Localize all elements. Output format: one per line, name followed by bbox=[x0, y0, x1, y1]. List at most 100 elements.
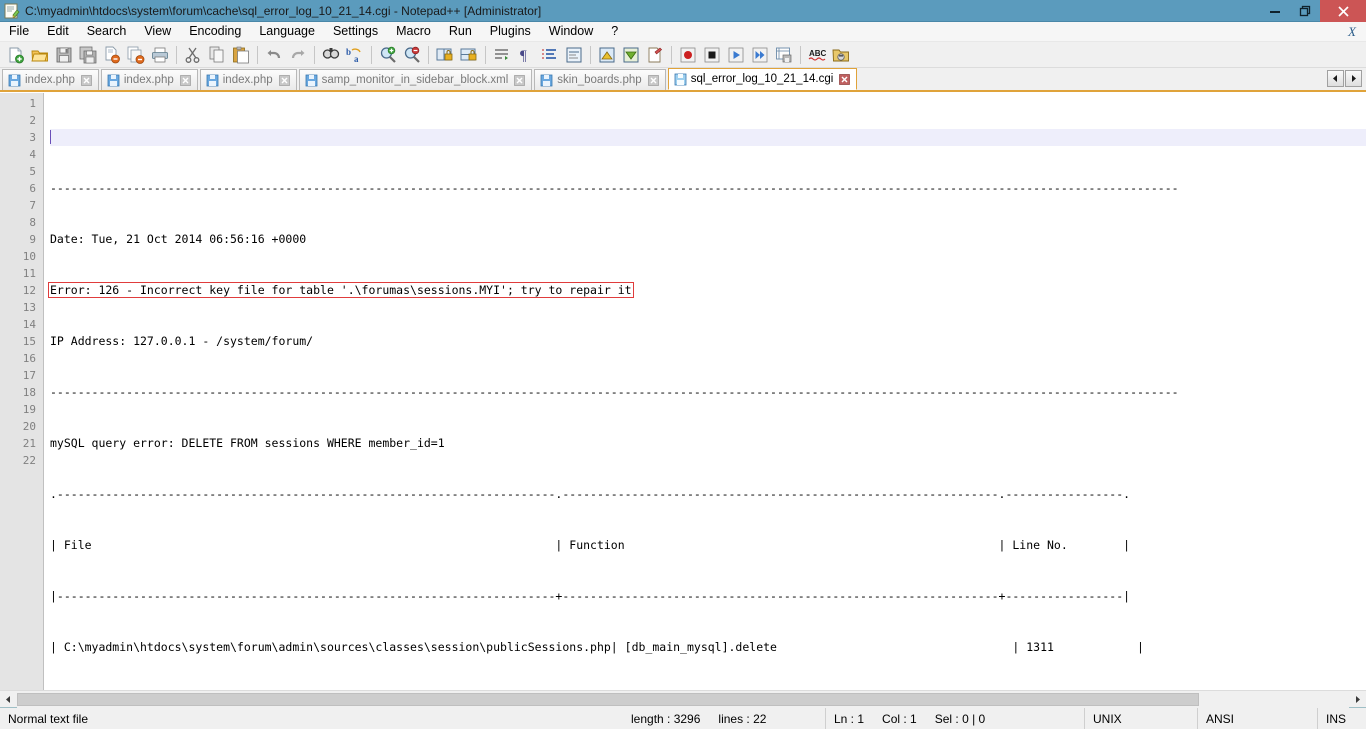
save-icon[interactable] bbox=[52, 43, 75, 66]
status-length: length : 3296 bbox=[631, 711, 701, 726]
user-defined-dialog-icon[interactable] bbox=[562, 43, 585, 66]
line-number: 12 bbox=[22, 284, 36, 297]
tab-scroll-right-button[interactable] bbox=[1345, 70, 1362, 87]
menu-edit[interactable]: Edit bbox=[38, 22, 78, 42]
menu-run[interactable]: Run bbox=[440, 22, 481, 42]
code-line: IP Address: 127.0.0.1 - /system/forum/ bbox=[50, 333, 1366, 350]
menu-settings[interactable]: Settings bbox=[324, 22, 387, 42]
find-icon[interactable] bbox=[319, 43, 342, 66]
scroll-left-arrow-icon[interactable] bbox=[0, 690, 17, 708]
line-number: 6 bbox=[29, 182, 36, 195]
title-bar: C:\myadmin\htdocs\system\forum\cache\sql… bbox=[0, 0, 1366, 22]
new-file-icon[interactable] bbox=[4, 43, 27, 66]
tab-sql-error-log-cgi[interactable]: sql_error_log_10_21_14.cgi bbox=[667, 68, 858, 90]
menu-search[interactable]: Search bbox=[78, 22, 136, 42]
tab-close-icon[interactable] bbox=[179, 74, 192, 87]
status-lines: lines : 22 bbox=[718, 711, 767, 726]
tab-skin-boards-php[interactable]: skin_boards.php bbox=[534, 69, 666, 90]
line-number: 13 bbox=[22, 301, 36, 314]
close-document-button[interactable]: X bbox=[1348, 24, 1356, 40]
menu-plugins[interactable]: Plugins bbox=[481, 22, 540, 42]
status-file-type[interactable]: Normal text file bbox=[0, 708, 623, 729]
line-number: 8 bbox=[29, 216, 36, 229]
window-controls bbox=[1260, 0, 1366, 22]
menu-window[interactable]: Window bbox=[540, 22, 602, 42]
status-length-lines: length : 3296 lines : 22 bbox=[623, 707, 826, 729]
zoom-out-icon[interactable] bbox=[400, 43, 423, 66]
menu-encoding[interactable]: Encoding bbox=[180, 22, 250, 42]
tab-close-icon[interactable] bbox=[838, 73, 851, 86]
line-number: 14 bbox=[22, 318, 36, 331]
line-number: 5 bbox=[29, 165, 36, 178]
open-file-icon[interactable] bbox=[28, 43, 51, 66]
tab-index-php-1[interactable]: index.php bbox=[2, 69, 99, 90]
copy-icon[interactable] bbox=[205, 43, 228, 66]
close-all-files-icon[interactable] bbox=[124, 43, 147, 66]
scrollbar-thumb[interactable] bbox=[17, 692, 1199, 706]
status-encoding[interactable]: ANSI bbox=[1198, 707, 1318, 729]
save-macro-icon[interactable] bbox=[772, 43, 795, 66]
code-text[interactable]: ----------------------------------------… bbox=[44, 93, 1366, 690]
replace-icon[interactable]: b a bbox=[343, 43, 366, 66]
menu-help[interactable]: ? bbox=[602, 22, 627, 42]
print-icon[interactable] bbox=[148, 43, 171, 66]
restore-button[interactable] bbox=[1290, 0, 1320, 22]
word-wrap-icon[interactable] bbox=[490, 43, 513, 66]
file-save-icon bbox=[540, 74, 553, 87]
tab-scroll-controls bbox=[1326, 70, 1362, 87]
tab-index-php-3[interactable]: index.php bbox=[199, 69, 297, 90]
line-number: 18 bbox=[22, 386, 36, 399]
spell-check-icon[interactable]: ABC bbox=[805, 43, 828, 66]
run-icon[interactable] bbox=[829, 43, 852, 66]
print-preview-icon[interactable] bbox=[643, 43, 666, 66]
paste-icon[interactable] bbox=[229, 43, 252, 66]
save-all-icon[interactable] bbox=[76, 43, 99, 66]
tab-close-icon[interactable] bbox=[80, 74, 93, 87]
close-button[interactable] bbox=[1320, 0, 1366, 22]
menu-file[interactable]: File bbox=[0, 22, 38, 42]
separator-2 bbox=[257, 45, 258, 64]
tab-scroll-left-button[interactable] bbox=[1327, 70, 1344, 87]
menu-view[interactable]: View bbox=[135, 22, 180, 42]
tab-close-icon[interactable] bbox=[647, 74, 660, 87]
menu-language[interactable]: Language bbox=[250, 22, 324, 42]
uncollapse-all-icon[interactable] bbox=[619, 43, 642, 66]
scroll-right-arrow-icon[interactable] bbox=[1349, 690, 1366, 708]
error-highlight-box: Error: 126 - Incorrect key file for tabl… bbox=[48, 282, 634, 298]
tab-close-icon[interactable] bbox=[278, 74, 291, 87]
separator-6 bbox=[485, 45, 486, 64]
show-indent-guide-icon[interactable] bbox=[538, 43, 561, 66]
status-insert-mode[interactable]: INS bbox=[1318, 708, 1366, 729]
cut-icon[interactable] bbox=[181, 43, 204, 66]
notepadpp-window: C:\myadmin\htdocs\system\forum\cache\sql… bbox=[0, 0, 1366, 729]
svg-text:¶: ¶ bbox=[520, 48, 527, 64]
status-eol-format[interactable]: UNIX bbox=[1085, 707, 1198, 729]
minimize-button[interactable] bbox=[1260, 0, 1290, 22]
tab-bar: index.php index.php index.php samp_monit… bbox=[0, 68, 1366, 92]
zoom-in-icon[interactable] bbox=[376, 43, 399, 66]
close-file-icon[interactable] bbox=[100, 43, 123, 66]
start-record-macro-icon[interactable] bbox=[676, 43, 699, 66]
text-caret bbox=[50, 130, 51, 144]
run-macro-multiple-icon[interactable] bbox=[748, 43, 771, 66]
separator-8 bbox=[671, 45, 672, 64]
line-number: 2 bbox=[29, 114, 36, 127]
redo-icon[interactable] bbox=[286, 43, 309, 66]
stop-record-macro-icon[interactable] bbox=[700, 43, 723, 66]
scrollbar-track[interactable] bbox=[17, 690, 1349, 708]
toolbar: b a ¶ ABC bbox=[0, 42, 1366, 68]
tab-index-php-2[interactable]: index.php bbox=[100, 69, 198, 90]
tab-close-icon[interactable] bbox=[513, 74, 526, 87]
tab-samp-monitor-xml[interactable]: samp_monitor_in_sidebar_block.xml bbox=[298, 69, 533, 90]
sync-horizontal-scroll-icon[interactable] bbox=[457, 43, 480, 66]
sync-vertical-scroll-icon[interactable] bbox=[433, 43, 456, 66]
code-line-text: mySQL query error: DELETE FROM sessions … bbox=[50, 436, 445, 450]
code-line bbox=[50, 129, 1366, 146]
editor-area[interactable]: 1 2 3 4 5 6 7 8 9 10 11 12 13 14 15 16 1… bbox=[0, 92, 1366, 690]
show-all-characters-icon[interactable]: ¶ bbox=[514, 43, 537, 66]
play-macro-icon[interactable] bbox=[724, 43, 747, 66]
undo-icon[interactable] bbox=[262, 43, 285, 66]
horizontal-scrollbar[interactable] bbox=[0, 690, 1366, 708]
menu-macro[interactable]: Macro bbox=[387, 22, 440, 42]
collapse-all-icon[interactable] bbox=[595, 43, 618, 66]
